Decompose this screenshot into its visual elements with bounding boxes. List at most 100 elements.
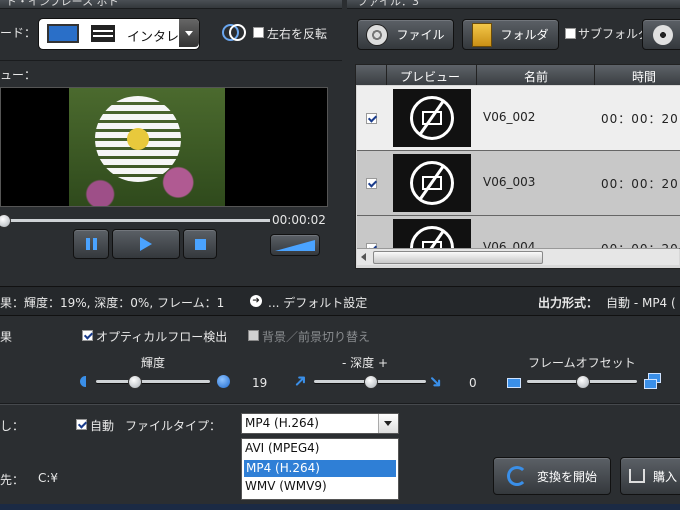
monitor-icon[interactable] <box>47 24 79 43</box>
file-name: V06_002 <box>483 110 536 124</box>
no-preview-thumbnail <box>393 219 471 248</box>
file-type-value: MP4 (H.264) <box>245 416 319 430</box>
no-camera-icon <box>410 161 454 205</box>
cart-icon <box>629 469 645 483</box>
col-preview[interactable]: プレビュー <box>400 68 460 85</box>
chevron-down-icon <box>384 421 392 426</box>
offset-single-frame-icon <box>507 378 521 388</box>
mode-dropdown-button[interactable] <box>179 19 199 47</box>
brightness-knob[interactable] <box>127 375 142 389</box>
stop-icon <box>194 238 206 250</box>
bottom-edge <box>0 504 680 510</box>
film-strip-icon[interactable] <box>91 25 115 42</box>
flower-frame <box>69 88 225 206</box>
file-type-option[interactable]: AVI (MPEG4) <box>245 441 395 458</box>
folder-icon <box>472 22 493 47</box>
mode-label: ード： <box>0 26 37 40</box>
preview-label: ュー： <box>0 68 37 82</box>
scroll-left-arrow[interactable] <box>361 253 366 261</box>
table-row[interactable]: V06_002 00：00：20 <box>357 86 680 151</box>
col-time[interactable]: 時間 <box>632 68 656 85</box>
convert-arrows-icon <box>506 466 527 486</box>
left-divider <box>0 60 342 61</box>
subfolder-checkbox[interactable] <box>565 28 576 39</box>
disc-button[interactable] <box>642 19 680 50</box>
brightness-slider[interactable] <box>96 380 210 383</box>
file-type-select[interactable]: MP4 (H.264) <box>241 413 399 434</box>
film-reel-icon <box>366 23 389 46</box>
output-format-value: 自動 - MP4 ( <box>606 296 676 310</box>
depth-knob[interactable] <box>364 375 378 389</box>
purchase-button[interactable]: 購入 <box>620 457 680 495</box>
col-name[interactable]: 名前 <box>524 68 548 85</box>
bg-swap-label: 背景／前景切り替え <box>262 330 371 344</box>
file-time: 00：00：20 <box>601 177 679 191</box>
time-display: 00:00:02 <box>272 213 326 227</box>
mode-value: インタレ <box>127 30 180 45</box>
add-folder-button[interactable]: フォルダ <box>462 19 559 50</box>
destination-label: 先： <box>0 473 25 487</box>
brightness-high-icon <box>217 375 230 388</box>
auto-checkbox[interactable] <box>76 419 87 430</box>
flip-checkbox[interactable] <box>253 27 264 38</box>
optical-flow-checkbox[interactable] <box>82 330 93 341</box>
add-file-button[interactable]: ファイル <box>357 19 454 50</box>
frame-offset-label: フレームオフセット <box>528 356 636 370</box>
offset-double-frame-icon <box>644 373 661 389</box>
file-type-dropdown-button[interactable] <box>378 414 398 433</box>
file-list-scrollbar[interactable] <box>357 248 679 265</box>
subfolder-label: サブフォルダ <box>578 27 651 41</box>
brightness-value: 19 <box>252 376 268 390</box>
row-checkbox[interactable] <box>366 178 377 189</box>
frame-offset-knob[interactable] <box>576 375 590 389</box>
depth-label: - 深度 + <box>342 356 389 370</box>
right-panel-title: ファイル：3 <box>357 0 419 8</box>
output-section-label: し： <box>0 419 25 433</box>
file-name: V06_003 <box>483 175 536 189</box>
file-time: 00：00：20 <box>601 112 679 126</box>
volume-button[interactable] <box>270 234 320 256</box>
file-type-option[interactable]: WMV (WMV9) <box>245 479 395 496</box>
no-preview-thumbnail <box>393 89 471 147</box>
file-list-header: プレビュー 名前 時間 <box>356 65 680 85</box>
table-row[interactable]: V06_003 00：00：20 <box>357 151 680 216</box>
table-row[interactable]: V06_004 00：00：20 <box>357 216 680 249</box>
flip-label: 左右を反転 <box>267 27 328 41</box>
effects-summary: 果：輝度：19%, 深度：0%, フレーム：1 <box>0 296 225 310</box>
flip-icon <box>222 24 246 41</box>
brightness-label: 輝度 <box>141 356 166 370</box>
volume-icon <box>275 239 315 251</box>
play-icon <box>140 237 152 251</box>
seek-bar[interactable] <box>0 219 270 222</box>
chevron-down-icon <box>185 31 193 36</box>
default-settings-link[interactable]: ... デフォルト設定 <box>268 294 367 311</box>
depth-value: 0 <box>469 376 477 390</box>
bg-swap-checkbox[interactable] <box>248 330 259 341</box>
no-camera-icon <box>410 226 454 248</box>
left-panel-title: ド・インプレース ポト <box>6 0 119 8</box>
no-preview-thumbnail <box>393 154 471 212</box>
file-type-label: ファイルタイプ： <box>125 419 222 433</box>
depth-increase-arrow-icon: ➜ <box>423 370 448 395</box>
file-type-option-selected[interactable]: MP4 (H.264) <box>244 460 396 477</box>
destination-path: C:¥ <box>38 471 59 485</box>
pause-button[interactable] <box>73 229 109 259</box>
no-camera-icon <box>410 96 454 140</box>
video-preview <box>0 87 328 207</box>
effects-section-label: 果 <box>0 330 13 344</box>
output-format-label: 出力形式： <box>538 296 599 310</box>
auto-label: 自動 <box>90 419 115 433</box>
depth-decrease-arrow-icon: ➜ <box>288 369 313 394</box>
play-button[interactable] <box>112 229 180 259</box>
brightness-low-icon <box>80 376 86 387</box>
start-convert-button[interactable]: 変換を開始 <box>493 457 611 495</box>
mode-selector[interactable]: インタレ <box>38 18 200 50</box>
seek-knob[interactable] <box>0 214 11 228</box>
file-type-dropdown-list: AVI (MPEG4) MP4 (H.264) WMV (WMV9) <box>241 438 399 500</box>
pause-icon <box>85 238 90 250</box>
arrow-circle-icon: ➜ <box>250 295 262 307</box>
row-checkbox[interactable] <box>366 113 377 124</box>
stop-button[interactable] <box>183 229 217 259</box>
disc-icon <box>653 24 673 45</box>
scroll-thumb[interactable] <box>373 251 543 264</box>
